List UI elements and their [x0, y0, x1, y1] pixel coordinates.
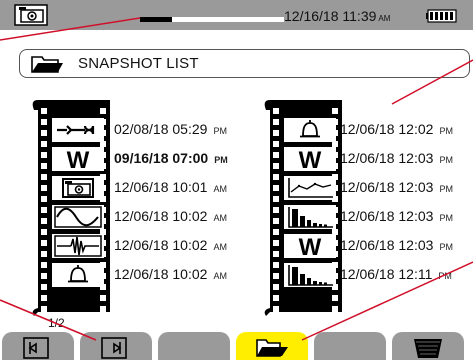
right_list-row-5[interactable]: 12/06/18 12:03 PM: [340, 237, 453, 253]
left_list-row-6[interactable]: 12/06/18 10:02 AM: [114, 266, 227, 282]
snapshot-date: 12/06/18: [340, 208, 395, 224]
snapshot-date: 09/16/18: [114, 150, 169, 166]
open-folder-icon: [256, 339, 288, 357]
page-left-icon: [23, 337, 49, 359]
camera-icon: [52, 176, 104, 200]
camera-icon: [14, 4, 48, 26]
snapshot-ampm: PM: [439, 155, 453, 165]
softkey-open[interactable]: [236, 332, 308, 360]
snapshot-list-header: SNAPSHOT LIST: [19, 49, 470, 78]
left_list-row-2[interactable]: 09/16/18 07:00 PM: [114, 150, 228, 166]
status-date: 12/16/18: [284, 8, 339, 24]
page-title: SNAPSHOT LIST: [78, 55, 199, 72]
snapshot-time: 12:03: [394, 179, 434, 195]
recording-progress-bar: [140, 17, 284, 22]
status-datetime: 12/16/18 11:39 AM: [284, 8, 394, 24]
page-indicator: 1/2: [48, 316, 65, 330]
svg-text:W: W: [299, 234, 322, 259]
snapshot-ampm: AM: [213, 242, 227, 252]
svg-text:W: W: [299, 147, 322, 172]
left_list-row-4-thumb[interactable]: [51, 204, 105, 230]
snapshot-time: 10:01: [168, 179, 208, 195]
right_list-row-3-thumb[interactable]: [283, 175, 337, 201]
snapshot-date: 02/08/18: [114, 121, 169, 137]
left_list-row-2-thumb[interactable]: W: [51, 146, 105, 172]
snapshot-date: 12/06/18: [114, 208, 169, 224]
right_list-row-5-thumb[interactable]: W: [283, 233, 337, 259]
snapshot-time: 10:02: [168, 266, 208, 282]
softkey-previous-page[interactable]: [2, 332, 74, 360]
snapshot-time: 07:00: [168, 150, 209, 166]
trash-icon: [414, 339, 442, 358]
power-w-icon: W: [284, 234, 336, 259]
snapshot-ampm: PM: [214, 155, 228, 165]
right_list-row-1-thumb[interactable]: [283, 117, 337, 143]
snapshot-ampm: PM: [439, 184, 453, 194]
snapshot-ampm: PM: [439, 213, 453, 223]
left_list-row-4[interactable]: 12/06/18 10:02 AM: [114, 208, 227, 224]
snapshot-date: 12/06/18: [340, 150, 395, 166]
snapshot-time: 10:02: [168, 208, 208, 224]
page-right-icon: [101, 337, 127, 359]
power-w-icon: W: [284, 147, 336, 172]
power-w-icon: W: [52, 147, 104, 172]
snapshot-ampm: PM: [213, 126, 227, 136]
battery-full-icon: [426, 9, 457, 23]
open-folder-icon: [31, 56, 63, 73]
snapshot-date: 12/06/18: [340, 179, 395, 195]
right_list-row-2[interactable]: 12/06/18 12:03 PM: [340, 150, 453, 166]
right_list-row-6[interactable]: 12/06/18 12:11 PM: [340, 266, 452, 282]
snapshot-time: 12:02: [394, 121, 434, 137]
snapshot-time: 12:03: [394, 237, 434, 253]
svg-text:W: W: [67, 147, 90, 172]
status-bar: 12/16/18 11:39 AM: [0, 0, 473, 30]
trend-icon: [284, 176, 336, 200]
snapshot-time: 10:02: [168, 237, 208, 253]
right_list-row-4-thumb[interactable]: [283, 204, 337, 230]
left_list-row-3[interactable]: 12/06/18 10:01 AM: [114, 179, 227, 195]
softkey-blank-3[interactable]: [158, 332, 230, 360]
snapshot-date: 12/06/18: [340, 121, 395, 137]
alarm-bell-icon: [284, 118, 336, 142]
right_list-row-6-thumb[interactable]: [283, 262, 337, 288]
status-ampm: AM: [378, 14, 391, 23]
snapshot-ampm: PM: [438, 271, 452, 281]
snapshot-time: 12:11: [394, 266, 433, 282]
harmonics-icon: [284, 263, 336, 287]
snapshot-date: 12/06/18: [114, 266, 169, 282]
right_list-row-4[interactable]: 12/06/18 12:03 PM: [340, 208, 453, 224]
softkey-blank-5[interactable]: [314, 332, 386, 360]
snapshot-date: 12/06/18: [114, 179, 169, 195]
recording-progress-fill: [140, 17, 172, 22]
alarm-bell-icon: [52, 263, 104, 287]
right_list-row-3[interactable]: 12/06/18 12:03 PM: [340, 179, 453, 195]
softkey-bar: [0, 330, 473, 360]
softkey-delete[interactable]: [392, 332, 464, 360]
snapshot-ampm: AM: [213, 184, 227, 194]
softkey-next-page[interactable]: [80, 332, 152, 360]
right_list-row-2-thumb[interactable]: W: [283, 146, 337, 172]
snapshot-ampm: AM: [213, 271, 227, 281]
wrench-icon: [52, 118, 104, 142]
left_list-row-6-thumb[interactable]: [51, 262, 105, 288]
snapshot-date: 12/06/18: [340, 237, 395, 253]
snapshot-date: 12/06/18: [340, 266, 395, 282]
status-time: 11:39: [342, 8, 377, 24]
right_list-row-1[interactable]: 12/06/18 12:02 PM: [340, 121, 453, 137]
snapshot-time: 12:03: [394, 150, 434, 166]
snapshot-date: 12/06/18: [114, 237, 169, 253]
left_list-row-3-thumb[interactable]: [51, 175, 105, 201]
snapshot-time: 12:03: [394, 208, 434, 224]
transient-icon: [52, 234, 104, 258]
snapshot-ampm: PM: [439, 126, 453, 136]
left_list-row-5[interactable]: 12/06/18 10:02 AM: [114, 237, 227, 253]
snapshot-ampm: PM: [439, 242, 453, 252]
snapshot-ampm: AM: [213, 213, 227, 223]
left_list-row-1[interactable]: 02/08/18 05:29 PM: [114, 121, 227, 137]
left_list-row-1-thumb[interactable]: [51, 117, 105, 143]
waveform-icon: [52, 205, 104, 229]
snapshot-time: 05:29: [168, 121, 208, 137]
left_list-row-5-thumb[interactable]: [51, 233, 105, 259]
harmonics-icon: [284, 205, 336, 229]
